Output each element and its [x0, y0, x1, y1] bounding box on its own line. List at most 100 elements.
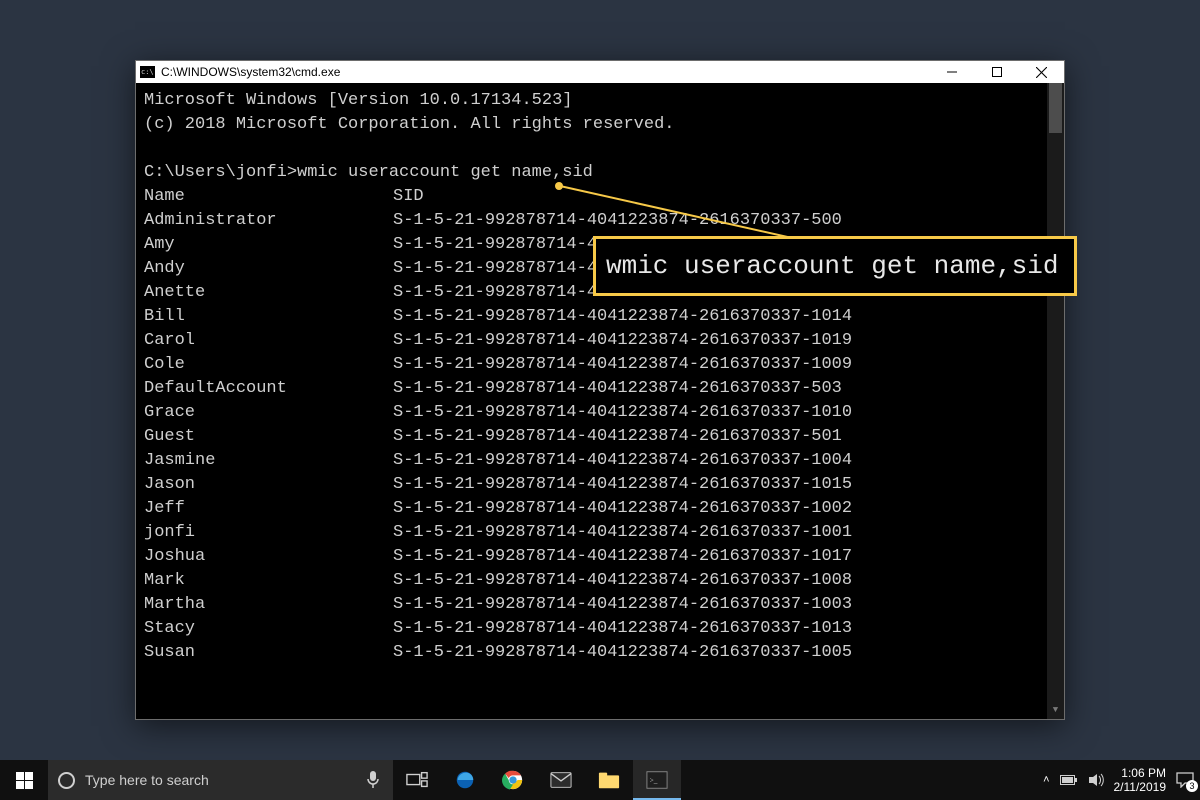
cmd-taskbar-icon: >_: [646, 769, 668, 791]
search-box[interactable]: Type here to search: [48, 760, 353, 800]
cell-sid: S-1-5-21-992878714-4041223874-2616370337…: [393, 209, 842, 233]
taskbar-app-chrome[interactable]: [489, 760, 537, 800]
cell-name: Jeff: [144, 497, 393, 521]
callout-text: wmic useraccount get name,sid: [606, 251, 1058, 281]
cell-sid: S-1-5-21-992878714-4041223874-2616370337…: [393, 569, 852, 593]
cell-sid: S-1-5-21-992878714-4041223874-2616370337…: [393, 449, 852, 473]
scroll-thumb[interactable]: [1049, 83, 1062, 133]
cell-name: Anette: [144, 281, 393, 305]
start-button[interactable]: [0, 760, 48, 800]
close-button[interactable]: [1019, 61, 1064, 83]
cell-name: Joshua: [144, 545, 393, 569]
cell-name: Amy: [144, 233, 393, 257]
scroll-down-arrow-icon[interactable]: ▼: [1047, 702, 1064, 719]
prompt-line: C:\Users\jonfi>wmic useraccount get name…: [144, 161, 1064, 185]
cell-sid: S-1-5-21-992878714-4041223874-2616370337…: [393, 377, 842, 401]
mic-button[interactable]: [353, 760, 393, 800]
table-row: JasmineS-1-5-21-992878714-4041223874-261…: [144, 449, 1064, 473]
action-center-button[interactable]: 3: [1176, 772, 1194, 788]
table-row: MarthaS-1-5-21-992878714-4041223874-2616…: [144, 593, 1064, 617]
cell-name: Martha: [144, 593, 393, 617]
terminal-body[interactable]: Microsoft Windows [Version 10.0.17134.52…: [136, 83, 1064, 719]
table-row: ColeS-1-5-21-992878714-4041223874-261637…: [144, 353, 1064, 377]
cmd-window: C:\WINDOWS\system32\cmd.exe Microsoft Wi…: [135, 60, 1065, 720]
task-view-icon: [406, 769, 428, 791]
taskbar: Type here to search: [0, 760, 1200, 800]
cell-name: Jason: [144, 473, 393, 497]
prompt: C:\Users\jonfi>: [144, 163, 297, 182]
cell-name: Mark: [144, 569, 393, 593]
cell-name: Susan: [144, 641, 393, 665]
volume-icon[interactable]: [1088, 773, 1104, 787]
folder-icon: [598, 769, 620, 791]
taskbar-app-cmd[interactable]: >_: [633, 760, 681, 800]
cell-name: Cole: [144, 353, 393, 377]
minimize-button[interactable]: [929, 61, 974, 83]
table-row: JoshuaS-1-5-21-992878714-4041223874-2616…: [144, 545, 1064, 569]
cell-sid: S-1-5-21-992878714-4041223874-2616370337…: [393, 641, 852, 665]
clock[interactable]: 1:06 PM 2/11/2019: [1114, 766, 1167, 794]
clock-time: 1:06 PM: [1114, 766, 1167, 780]
clock-date: 2/11/2019: [1114, 780, 1167, 794]
edge-icon: [454, 769, 476, 791]
cell-sid: S-1-5-21-992878714-4041223874-2616370337…: [393, 545, 852, 569]
mail-icon: [550, 769, 572, 791]
header-name: Name: [144, 185, 393, 209]
notification-badge: 3: [1186, 780, 1198, 792]
header-sid: SID: [393, 185, 424, 209]
table-row: BillS-1-5-21-992878714-4041223874-261637…: [144, 305, 1064, 329]
cell-name: Jasmine: [144, 449, 393, 473]
taskbar-app-edge[interactable]: [441, 760, 489, 800]
vertical-scrollbar[interactable]: ▲ ▼: [1047, 83, 1064, 719]
table-row: jonfiS-1-5-21-992878714-4041223874-26163…: [144, 521, 1064, 545]
cell-name: Bill: [144, 305, 393, 329]
table-row: GuestS-1-5-21-992878714-4041223874-26163…: [144, 425, 1064, 449]
svg-text:>_: >_: [650, 776, 658, 785]
table-row: CarolS-1-5-21-992878714-4041223874-26163…: [144, 329, 1064, 353]
search-placeholder: Type here to search: [85, 772, 209, 788]
entered-command: wmic useraccount get name,sid: [297, 163, 593, 182]
battery-icon[interactable]: [1060, 773, 1078, 787]
cell-sid: S-1-5-21-992878714-4041223874-2616370337…: [393, 473, 852, 497]
cell-name: Administrator: [144, 209, 393, 233]
cell-sid: S-1-5-21-992878714-4041223874-2616370337…: [393, 497, 852, 521]
taskbar-app-file-explorer[interactable]: [585, 760, 633, 800]
cell-sid: S-1-5-21-992878714-4041223874-2616370337…: [393, 617, 852, 641]
cell-sid: S-1-5-21-992878714-4041223874-2616370337…: [393, 329, 852, 353]
tray-overflow-button[interactable]: ˄: [1043, 774, 1049, 786]
cell-sid: S-1-5-21-992878714-4041223874-2616370337…: [393, 521, 852, 545]
taskbar-app-mail[interactable]: [537, 760, 585, 800]
cell-sid: S-1-5-21-992878714-4041223874-2616370337…: [393, 353, 852, 377]
callout-box: wmic useraccount get name,sid: [593, 236, 1077, 296]
cell-name: Grace: [144, 401, 393, 425]
cmd-icon: [140, 66, 155, 78]
cell-name: Carol: [144, 329, 393, 353]
cell-name: jonfi: [144, 521, 393, 545]
microphone-icon: [366, 771, 380, 789]
callout-dot-icon: [555, 182, 563, 190]
blank-line: [144, 137, 1064, 161]
table-row: JeffS-1-5-21-992878714-4041223874-261637…: [144, 497, 1064, 521]
cell-sid: S-1-5-21-992878714-4041223874-2616370337…: [393, 401, 852, 425]
table-row: JasonS-1-5-21-992878714-4041223874-26163…: [144, 473, 1064, 497]
titlebar[interactable]: C:\WINDOWS\system32\cmd.exe: [136, 61, 1064, 83]
cell-name: Guest: [144, 425, 393, 449]
cell-name: Stacy: [144, 617, 393, 641]
table-row: SusanS-1-5-21-992878714-4041223874-26163…: [144, 641, 1064, 665]
banner-line-2: (c) 2018 Microsoft Corporation. All righ…: [144, 113, 1064, 137]
table-row: DefaultAccountS-1-5-21-992878714-4041223…: [144, 377, 1064, 401]
windows-logo-icon: [16, 772, 33, 789]
cell-name: DefaultAccount: [144, 377, 393, 401]
cell-sid: S-1-5-21-992878714-4041223874-2616370337…: [393, 425, 842, 449]
window-title: C:\WINDOWS\system32\cmd.exe: [161, 65, 340, 79]
system-tray: ˄ 1:06 PM 2/11/2019 3: [1033, 760, 1200, 800]
cell-sid: S-1-5-21-992878714-4041223874-2616370337…: [393, 593, 852, 617]
cell-sid: S-1-5-21-992878714-4041223874-2616370337…: [393, 305, 852, 329]
cell-name: Andy: [144, 257, 393, 281]
maximize-button[interactable]: [974, 61, 1019, 83]
table-row: GraceS-1-5-21-992878714-4041223874-26163…: [144, 401, 1064, 425]
chrome-icon: [502, 769, 524, 791]
table-row: MarkS-1-5-21-992878714-4041223874-261637…: [144, 569, 1064, 593]
task-view-button[interactable]: [393, 760, 441, 800]
table-row: AdministratorS-1-5-21-992878714-40412238…: [144, 209, 1064, 233]
